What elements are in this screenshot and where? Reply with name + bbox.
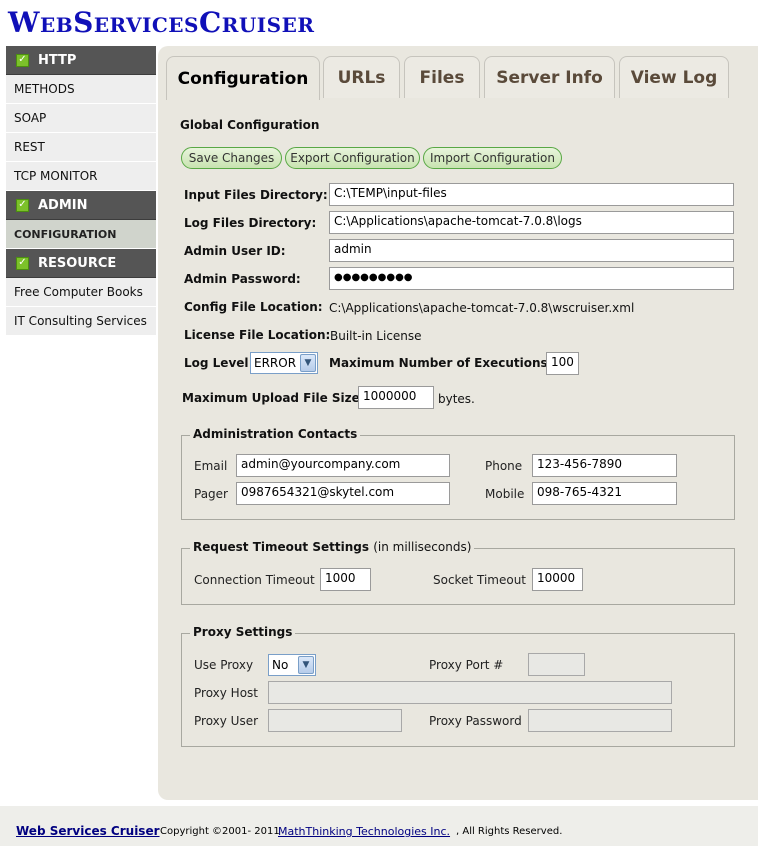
input-dir-label: Input Files Directory: xyxy=(184,188,328,202)
connection-timeout-field[interactable]: 1000 xyxy=(320,568,371,591)
sidebar-section-label: ADMIN xyxy=(38,197,88,213)
license-location-value: Built-in License xyxy=(330,329,422,343)
admin-password-field[interactable]: ●●●●●●●●● xyxy=(329,267,734,290)
checkmark-icon: ✓ xyxy=(16,256,29,270)
main-panel: Configuration URLs Files Server Info Vie… xyxy=(158,46,758,800)
admin-contacts-legend: Administration Contacts xyxy=(190,427,361,441)
sidebar-item-tcp-monitor[interactable]: TCP MONITOR xyxy=(6,162,156,191)
use-proxy-select[interactable]: No ▼ xyxy=(268,654,316,676)
sidebar-section-label: HTTP xyxy=(38,52,77,68)
timeout-fieldset: Request Timeout Settings (in millisecond… xyxy=(181,540,735,605)
max-executions-field[interactable]: 100 xyxy=(546,352,579,375)
max-upload-field[interactable]: 1000000 xyxy=(358,386,434,409)
pager-label: Pager xyxy=(194,487,228,501)
proxy-password-label: Proxy Password xyxy=(429,714,522,728)
socket-timeout-label: Socket Timeout xyxy=(433,573,526,587)
proxy-host-label: Proxy Host xyxy=(194,686,259,700)
proxy-user-field[interactable] xyxy=(268,709,402,732)
sidebar-item-it-consulting[interactable]: IT Consulting Services xyxy=(6,307,156,336)
proxy-user-label: Proxy User xyxy=(194,714,259,728)
tab-server-info[interactable]: Server Info xyxy=(484,56,615,98)
config-location-value: C:\Applications\apache-tomcat-7.0.8\wscr… xyxy=(329,301,635,315)
sidebar: ✓ HTTP METHODS SOAP REST TCP MONITOR ✓ A… xyxy=(6,46,156,336)
timeout-legend-sub: (in milliseconds) xyxy=(373,540,472,554)
sidebar-item-configuration[interactable]: CONFIGURATION xyxy=(6,220,156,249)
config-location-label: Config File Location: xyxy=(184,300,323,314)
email-field[interactable]: admin@yourcompany.com xyxy=(236,454,450,477)
max-executions-label: Maximum Number of Executions: xyxy=(329,356,553,370)
sidebar-section-http[interactable]: ✓ HTTP xyxy=(6,46,156,75)
import-configuration-button[interactable]: Import Configuration xyxy=(423,147,562,169)
log-level-select[interactable]: ERROR ▼ xyxy=(250,352,318,374)
mobile-field[interactable]: 098-765-4321 xyxy=(532,482,677,505)
proxy-legend: Proxy Settings xyxy=(190,625,296,639)
chevron-down-icon: ▼ xyxy=(298,656,314,674)
use-proxy-label: Use Proxy xyxy=(194,658,254,672)
log-dir-field[interactable]: C:\Applications\apache-tomcat-7.0.8\logs xyxy=(329,211,734,234)
sidebar-section-resource[interactable]: ✓ RESOURCE xyxy=(6,249,156,278)
proxy-fieldset: Proxy Settings Use Proxy No ▼ Proxy Port… xyxy=(181,625,735,747)
mobile-label: Mobile xyxy=(485,487,525,501)
admin-password-label: Admin Password: xyxy=(184,272,301,286)
checkmark-icon: ✓ xyxy=(16,198,29,212)
timeout-legend-title: Request Timeout Settings xyxy=(193,540,369,554)
proxy-password-field[interactable] xyxy=(528,709,672,732)
footer: Web Services Cruiser Copyright ©2001- 20… xyxy=(0,806,758,846)
checkmark-icon: ✓ xyxy=(16,53,29,67)
tab-urls[interactable]: URLs xyxy=(323,56,400,98)
admin-id-label: Admin User ID: xyxy=(184,244,286,258)
socket-timeout-field[interactable]: 10000 xyxy=(532,568,583,591)
input-dir-field[interactable]: C:\TEMP\input-files xyxy=(329,183,734,206)
log-dir-label: Log Files Directory: xyxy=(184,216,317,230)
tab-view-log[interactable]: View Log xyxy=(619,56,729,98)
connection-timeout-label: Connection Timeout xyxy=(194,573,315,587)
proxy-host-field[interactable] xyxy=(268,681,672,704)
admin-id-field[interactable]: admin xyxy=(329,239,734,262)
footer-company-link[interactable]: MathThinking Technologies Inc. xyxy=(278,825,450,838)
timeout-legend: Request Timeout Settings (in millisecond… xyxy=(190,540,475,554)
sidebar-item-free-computer-books[interactable]: Free Computer Books xyxy=(6,278,156,307)
log-level-value: ERROR xyxy=(254,356,297,370)
max-upload-unit: bytes. xyxy=(438,392,475,406)
proxy-port-label: Proxy Port # xyxy=(429,658,504,672)
proxy-port-field[interactable] xyxy=(528,653,585,676)
admin-contacts-fieldset: Administration Contacts Email admin@your… xyxy=(181,427,735,520)
email-label: Email xyxy=(194,459,228,473)
footer-rights: , All Rights Reserved. xyxy=(456,826,563,837)
sidebar-item-rest[interactable]: REST xyxy=(6,133,156,162)
export-configuration-button[interactable]: Export Configuration xyxy=(285,147,420,169)
log-level-label: Log Level xyxy=(184,356,249,370)
sidebar-section-label: RESOURCE xyxy=(38,255,117,271)
max-upload-label: Maximum Upload File Size: xyxy=(182,391,365,405)
app-title: WebServicesCruiser xyxy=(8,6,315,39)
sidebar-item-methods[interactable]: METHODS xyxy=(6,75,156,104)
footer-copyright: Copyright ©2001- 2011 xyxy=(160,826,280,837)
tab-configuration[interactable]: Configuration xyxy=(166,56,320,100)
tab-files[interactable]: Files xyxy=(404,56,480,98)
configuration-content: Global Configuration Save Changes Export… xyxy=(158,98,758,800)
sidebar-item-soap[interactable]: SOAP xyxy=(6,104,156,133)
chevron-down-icon: ▼ xyxy=(300,354,316,372)
phone-label: Phone xyxy=(485,459,523,473)
global-config-heading: Global Configuration xyxy=(180,118,320,132)
footer-home-link[interactable]: Web Services Cruiser xyxy=(16,824,160,838)
use-proxy-value: No xyxy=(272,658,289,672)
sidebar-section-admin[interactable]: ✓ ADMIN xyxy=(6,191,156,220)
license-location-label: License File Location: xyxy=(184,328,331,342)
save-changes-button[interactable]: Save Changes xyxy=(181,147,282,169)
phone-field[interactable]: 123-456-7890 xyxy=(532,454,677,477)
pager-field[interactable]: 0987654321@skytel.com xyxy=(236,482,450,505)
